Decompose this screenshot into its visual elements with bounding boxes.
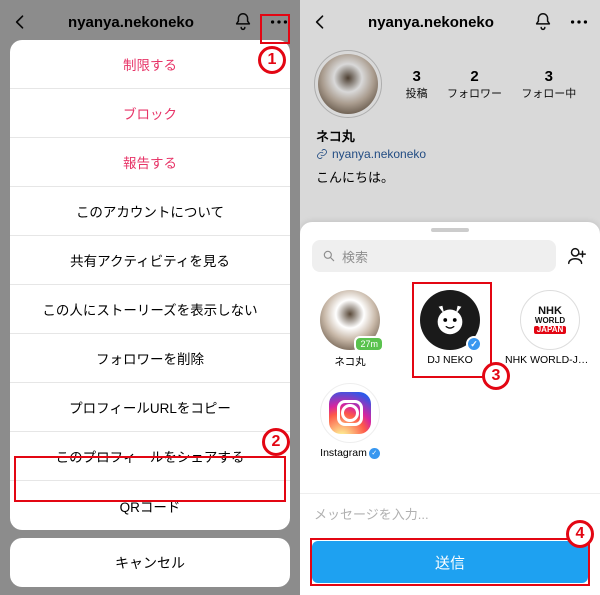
share-target-name: ネコ丸 xyxy=(334,354,365,369)
screen-profile-actions: nyanya.nekoneko 3 投稿 2 フォロワー xyxy=(0,0,300,595)
send-button[interactable]: 送信 xyxy=(312,541,588,583)
action-sheet-item[interactable]: このアカウントについて xyxy=(10,187,290,236)
callout-badge-1: 1 xyxy=(258,46,286,74)
action-sheet-item[interactable]: このプロフィールをシェアする xyxy=(10,432,290,481)
action-sheet-item[interactable]: この人にストーリーズを表示しない xyxy=(10,285,290,334)
share-target[interactable]: DJ NEKO xyxy=(400,284,500,377)
add-recipient-icon[interactable] xyxy=(566,245,588,267)
share-search-input[interactable]: 検索 xyxy=(312,240,556,272)
callout-badge-2: 2 xyxy=(262,428,290,456)
share-target-avatar xyxy=(320,383,380,443)
action-sheet-item[interactable]: フォロワーを削除 xyxy=(10,334,290,383)
search-placeholder: 検索 xyxy=(342,247,368,266)
verified-badge-icon xyxy=(369,448,380,459)
share-target[interactable]: NHKWORLDJAPAN NHK WORLD-JAPAN… xyxy=(500,284,600,377)
search-icon xyxy=(322,249,336,263)
share-target-avatar: 27m xyxy=(320,290,380,350)
action-sheet-item[interactable]: 制限する xyxy=(10,40,290,89)
share-target-name: DJ NEKO xyxy=(427,354,473,366)
action-sheet-item[interactable]: 報告する xyxy=(10,138,290,187)
action-sheet-item[interactable]: QRコード xyxy=(10,481,290,530)
share-target-avatar xyxy=(420,290,480,350)
action-sheet: 制限するブロック報告するこのアカウントについて共有アクティビティを見るこの人にス… xyxy=(10,40,290,587)
verified-badge-icon xyxy=(466,336,482,352)
callout-badge-4: 4 xyxy=(566,520,594,548)
action-sheet-cancel[interactable]: キャンセル xyxy=(10,538,290,587)
activity-time-badge: 27m xyxy=(354,336,384,352)
share-target-avatar: NHKWORLDJAPAN xyxy=(520,290,580,350)
action-sheet-item[interactable]: 共有アクティビティを見る xyxy=(10,236,290,285)
callout-badge-3: 3 xyxy=(482,362,510,390)
share-target[interactable]: 27m ネコ丸 xyxy=(300,284,400,377)
share-target[interactable]: Instagram xyxy=(300,377,400,467)
share-target-name: NHK WORLD-JAPAN… xyxy=(505,354,595,366)
action-sheet-item[interactable]: ブロック xyxy=(10,89,290,138)
share-target-name: Instagram xyxy=(320,447,380,459)
message-input[interactable]: メッセージを入力... xyxy=(300,493,600,533)
share-sheet: 検索 27m ネコ丸 DJ NEKO NHKWORLDJAPAN NHK WORLD-J… xyxy=(300,222,600,595)
action-sheet-item[interactable]: プロフィールURLをコピー xyxy=(10,383,290,432)
sheet-grabber[interactable] xyxy=(431,228,469,232)
screen-share-sheet: nyanya.nekoneko 3 投稿 2 フォロワー xyxy=(300,0,600,595)
